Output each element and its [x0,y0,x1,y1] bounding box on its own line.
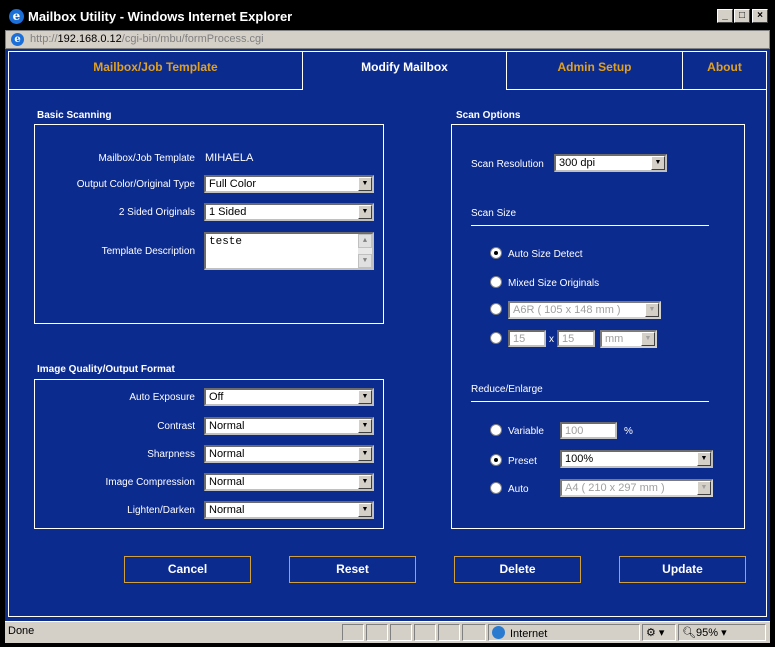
tab-admin-setup[interactable]: Admin Setup [507,52,683,90]
auto-size-label: Auto Size Detect [508,249,583,260]
window-title: Mailbox Utility - Windows Internet Explo… [28,9,293,24]
main-content: Mailbox/Job Template Modify Mailbox Admi… [8,51,767,617]
chevron-down-icon: ▼ [358,177,372,191]
page-body: Mailbox/Job Template Modify Mailbox Admi… [5,49,770,621]
zoom-icon: 🔍︎ [682,627,696,639]
minimize-button[interactable]: _ [717,9,733,23]
lock-icon: ⚙ [646,627,656,639]
chevron-down-icon: ▼ [697,481,711,495]
title-bar: e Mailbox Utility - Windows Internet Exp… [0,0,775,32]
status-text: Done [8,625,35,637]
chevron-down-icon: ▼ [651,156,665,170]
image-compression-select[interactable]: Normal ▼ [204,473,374,491]
auto-reduce-label: Auto [508,484,529,495]
chevron-down-icon: ▼ [358,390,372,404]
variable-label: Variable [508,426,544,437]
reduce-enlarge-title: Reduce/Enlarge [471,384,543,395]
update-button[interactable]: Update [619,556,746,583]
contrast-label: Contrast [157,421,195,432]
sided-originals-label: 2 Sided Originals [118,207,195,218]
custom-size-radio[interactable] [490,332,502,344]
output-color-label: Output Color/Original Type [76,179,195,190]
paper-size-select[interactable]: A6R ( 105 x 148 mm ) ▼ [508,301,661,319]
scan-size-title: Scan Size [471,208,517,219]
scan-size-divider [471,225,709,226]
custom-size-separator: x [549,334,554,345]
status-bar: Done Internet ⚙ ▾ 🔍︎95% ▾ [5,621,770,643]
chevron-down-icon: ▼ [697,452,711,466]
chevron-down-icon: ▼ [358,419,372,433]
auto-size-radio[interactable] [490,247,502,259]
close-button[interactable]: × [752,9,768,23]
sharpness-select[interactable]: Normal ▼ [204,445,374,463]
mailbox-template-label: Mailbox/Job Template [98,153,195,164]
scan-options-box [451,124,745,529]
security-zone[interactable]: Internet [488,624,640,641]
mailbox-template-value: MIHAELA [205,152,254,164]
mixed-size-label: Mixed Size Originals [508,278,600,289]
scan-resolution-label: Scan Resolution [471,159,544,170]
tab-bar: Mailbox/Job Template Modify Mailbox Admi… [9,52,766,90]
contrast-select[interactable]: Normal ▼ [204,417,374,435]
scroll-up-icon[interactable]: ▲ [358,234,372,248]
chevron-down-icon: ▼ [358,205,372,219]
tab-about[interactable]: About [683,52,766,90]
maximize-button[interactable]: □ [734,9,750,23]
paper-size-radio[interactable] [490,303,502,315]
status-segment [390,624,412,641]
chevron-down-icon: ▼ [641,332,655,346]
scroll-down-icon[interactable]: ▼ [358,254,372,268]
sided-originals-select[interactable]: 1 Sided ▼ [204,203,374,221]
status-segment [342,624,364,641]
auto-reduce-radio[interactable] [490,482,502,494]
chevron-down-icon: ▾ [721,627,727,639]
status-segment [414,624,436,641]
reset-button[interactable]: Reset [289,556,416,583]
page-icon: e [11,33,24,46]
custom-unit-select[interactable]: mm ▼ [600,330,657,348]
chevron-down-icon: ▼ [358,503,372,517]
template-description-textarea[interactable]: teste ▲ ▼ [204,232,374,270]
lighten-darken-select[interactable]: Normal ▼ [204,501,374,519]
percent-sign: % [624,426,633,437]
variable-input[interactable]: 100 [560,422,617,439]
address-url[interactable]: http://192.168.0.12/cgi-bin/mbu/formProc… [30,33,264,45]
cancel-button[interactable]: Cancel [124,556,251,583]
basic-scanning-title: Basic Scanning [37,110,112,121]
sharpness-label: Sharpness [147,449,195,460]
mixed-size-radio[interactable] [490,276,502,288]
variable-radio[interactable] [490,424,502,436]
tab-modify-mailbox[interactable]: Modify Mailbox [303,52,507,90]
delete-button[interactable]: Delete [454,556,581,583]
auto-reduce-select[interactable]: A4 ( 210 x 297 mm ) ▼ [560,479,713,497]
auto-exposure-label: Auto Exposure [129,392,195,403]
status-segment [438,624,460,641]
tab-mailbox-job-template[interactable]: Mailbox/Job Template [9,52,303,90]
chevron-down-icon: ▼ [645,303,659,317]
preset-radio[interactable] [490,454,502,466]
custom-height-input[interactable]: 15 [557,330,595,347]
ie-logo-icon: e [9,9,24,24]
reduce-enlarge-divider [471,401,709,402]
chevron-down-icon: ▼ [358,475,372,489]
protected-mode-indicator[interactable]: ⚙ ▾ [642,624,676,641]
template-description-label: Template Description [101,246,195,257]
globe-icon [492,626,505,639]
custom-width-input[interactable]: 15 [508,330,546,347]
chevron-down-icon: ▼ [358,447,372,461]
lighten-darken-label: Lighten/Darken [127,505,195,516]
scan-options-title: Scan Options [456,110,521,121]
image-compression-label: Image Compression [105,477,195,488]
auto-exposure-select[interactable]: Off ▼ [204,388,374,406]
scan-resolution-select[interactable]: 300 dpi ▼ [554,154,667,172]
status-segment [462,624,486,641]
output-color-select[interactable]: Full Color ▼ [204,175,374,193]
preset-label: Preset [508,456,537,467]
preset-select[interactable]: 100% ▼ [560,450,713,468]
textarea-scrollbar[interactable]: ▲ ▼ [358,234,372,268]
status-segment [366,624,388,641]
zoom-control[interactable]: 🔍︎95% ▾ [678,624,766,641]
image-quality-title: Image Quality/Output Format [37,364,175,375]
address-bar[interactable]: e http://192.168.0.12/cgi-bin/mbu/formPr… [5,30,770,49]
